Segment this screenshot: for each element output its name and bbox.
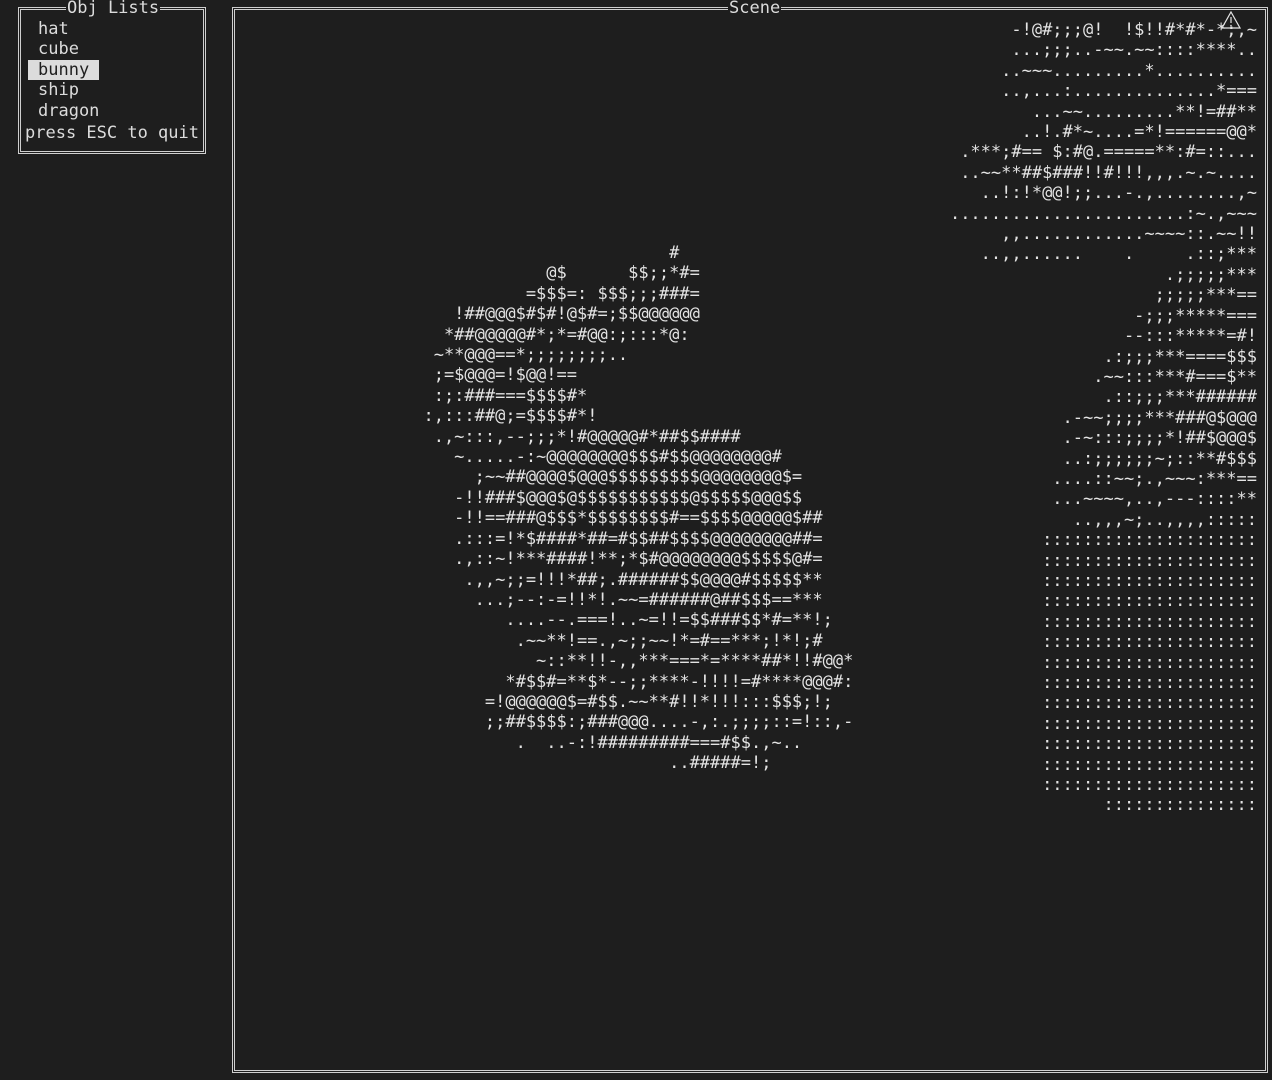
quit-hint: press ESC to quit	[25, 123, 199, 143]
scene-title: Scene	[728, 0, 782, 18]
obj-item-bunny[interactable]: bunny	[25, 59, 203, 80]
dragon-ascii-render: -!@#;;;@! !$!!#*#*-*;,~ ...;;;..-~~.~~::…	[949, 20, 1257, 816]
obj-list-title: Obj Lists	[66, 0, 161, 18]
obj-item-ship[interactable]: ship	[25, 80, 203, 100]
obj-item-dragon[interactable]: dragon	[25, 101, 203, 121]
scene-panel: Scene # @$ $$;;*#= =$$$=: $$$;;;###= !##…	[232, 0, 1268, 1073]
obj-list[interactable]: hat cube bunny ship dragon	[25, 19, 203, 121]
obj-item-hat[interactable]: hat	[25, 19, 203, 39]
obj-item-cube[interactable]: cube	[25, 39, 203, 59]
bunny-ascii-render: # @$ $$;;*#= =$$$=: $$$;;;###= !##@@@$#$…	[423, 243, 854, 774]
obj-list-panel: Obj Lists hat cube bunny ship dragon pre…	[18, 0, 206, 154]
